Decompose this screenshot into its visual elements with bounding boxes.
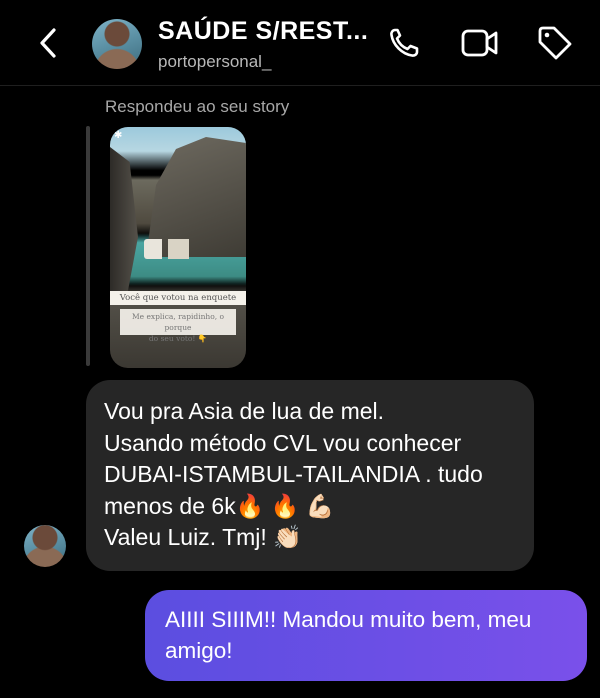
message-bubble-sent[interactable]: AIIII SIIIM!! Mandou muito bem, meu amig… bbox=[145, 590, 587, 681]
video-camera-icon[interactable] bbox=[460, 25, 498, 61]
contact-name[interactable]: SAÚDE S/REST... bbox=[158, 17, 368, 46]
message-line: DUBAI-ISTAMBUL-TAILANDIA . tudo bbox=[104, 461, 483, 487]
sparkle-icon: ✱ bbox=[114, 130, 123, 141]
story-poll-prompt-line2: do seu voto! 👇 bbox=[148, 334, 208, 343]
back-chevron-icon[interactable] bbox=[34, 26, 64, 60]
story-reply-label: Respondeu ao seu story bbox=[105, 97, 290, 116]
chat-header: SAÚDE S/REST... portopersonal_ bbox=[0, 0, 600, 86]
message-line: menos de 6k🔥 🔥 💪🏻 bbox=[104, 492, 335, 519]
message-bubble-received[interactable]: Vou pra Asia de lua de mel. Usando métod… bbox=[86, 380, 534, 571]
tag-icon[interactable] bbox=[536, 25, 574, 61]
contact-username[interactable]: portopersonal_ bbox=[158, 52, 271, 72]
story-poll-question: Você que votou na enquete bbox=[110, 291, 246, 305]
message-line: Usando método CVL vou conhecer bbox=[104, 429, 462, 456]
story-boats bbox=[144, 239, 204, 259]
quote-bar bbox=[86, 126, 90, 366]
message-line: amigo! bbox=[165, 638, 233, 663]
message-line: AIIII SIIIM!! Mandou muito bem, meu bbox=[165, 607, 532, 632]
phone-icon[interactable] bbox=[386, 25, 424, 61]
story-poll-prompt-line1: Me explica, rapidinho, o porque bbox=[131, 312, 225, 332]
message-line: Valeu Luiz. Tmj! 👏🏻 bbox=[104, 524, 302, 550]
story-thumbnail[interactable]: ✱ Você que votou na enquete Me explica, … bbox=[110, 127, 246, 368]
contact-avatar[interactable] bbox=[24, 525, 66, 567]
story-rock-left bbox=[110, 147, 138, 297]
message-line: Vou pra Asia de lua de mel. bbox=[104, 398, 385, 424]
avatar[interactable] bbox=[92, 19, 142, 69]
story-poll-prompt: Me explica, rapidinho, o porque do seu v… bbox=[120, 309, 236, 343]
